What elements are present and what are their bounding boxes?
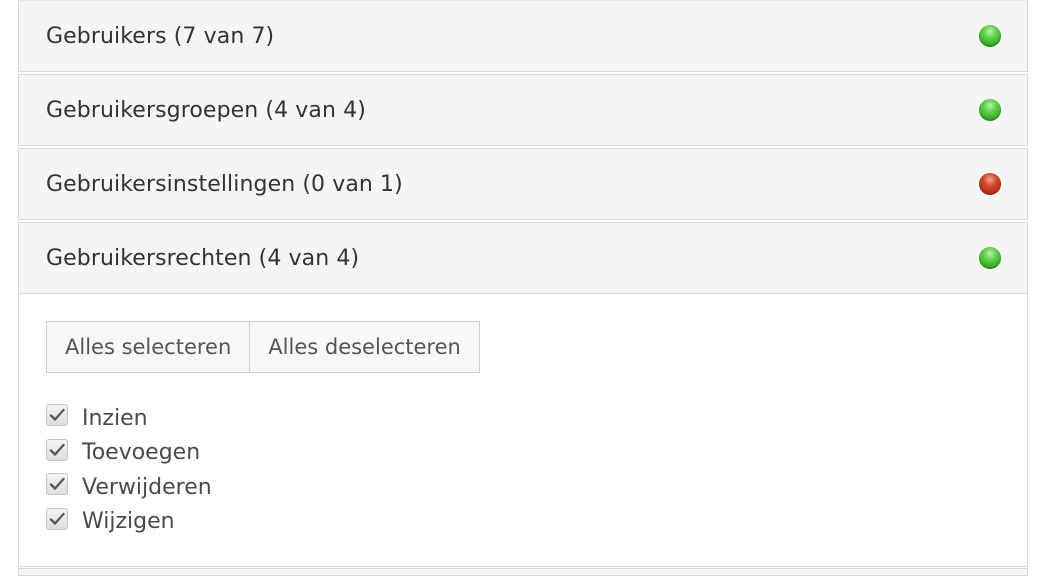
panel-gebruikersgroepen[interactable]: Gebruikersgroepen (4 van 4) [18, 74, 1028, 146]
panel-gebruikersinstellingen[interactable]: Gebruikersinstellingen (0 van 1) [18, 148, 1028, 220]
permission-label: Wijzigen [82, 509, 175, 535]
permission-item-wijzigen: Wijzigen [46, 505, 212, 540]
status-ok-icon [979, 247, 1001, 269]
checkmark-icon [49, 478, 65, 490]
permission-checkbox[interactable] [46, 438, 68, 461]
deselect-all-button[interactable]: Alles deselecteren [250, 321, 480, 373]
panel-title: Gebruikersgroepen (4 van 4) [46, 97, 366, 123]
checkmark-icon [49, 443, 65, 456]
status-ok-icon [979, 99, 1001, 121]
status-error-icon [979, 173, 1001, 195]
checkmark-icon [49, 512, 65, 525]
permission-item-toevoegen: Toevoegen [46, 436, 212, 471]
checkmark-icon [49, 409, 65, 421]
next-panel-edge [18, 568, 1028, 576]
permission-checkbox[interactable] [46, 404, 68, 427]
panel-gebruikers[interactable]: Gebruikers (7 van 7) [18, 0, 1028, 72]
panel-title: Gebruikersrechten (4 van 4) [46, 245, 360, 271]
selection-button-group: Alles selecteren Alles deselecteren [46, 321, 480, 373]
permission-label: Toevoegen [82, 440, 201, 466]
permission-item-inzien: Inzien [46, 401, 212, 436]
permission-label: Inzien [82, 405, 148, 431]
panel-gebruikersrechten-body: Alles selecteren Alles deselecteren Inzi… [18, 294, 1028, 567]
settings-accordion: Gebruikers (7 van 7) Gebruikersgroepen (… [18, 0, 1028, 567]
panel-title: Gebruikers (7 van 7) [46, 23, 275, 49]
permission-label: Verwijderen [82, 474, 212, 500]
panel-title: Gebruikersinstellingen (0 van 1) [46, 171, 403, 197]
select-all-button[interactable]: Alles selecteren [46, 321, 251, 373]
permission-item-verwijderen: Verwijderen [46, 470, 212, 505]
permission-list: Inzien Toevoegen Verwijderen Wijzigen [46, 401, 212, 539]
status-ok-icon [979, 25, 1001, 47]
panel-gebruikersrechten[interactable]: Gebruikersrechten (4 van 4) [18, 222, 1028, 294]
permission-checkbox[interactable] [46, 473, 68, 496]
permission-checkbox[interactable] [46, 507, 68, 530]
